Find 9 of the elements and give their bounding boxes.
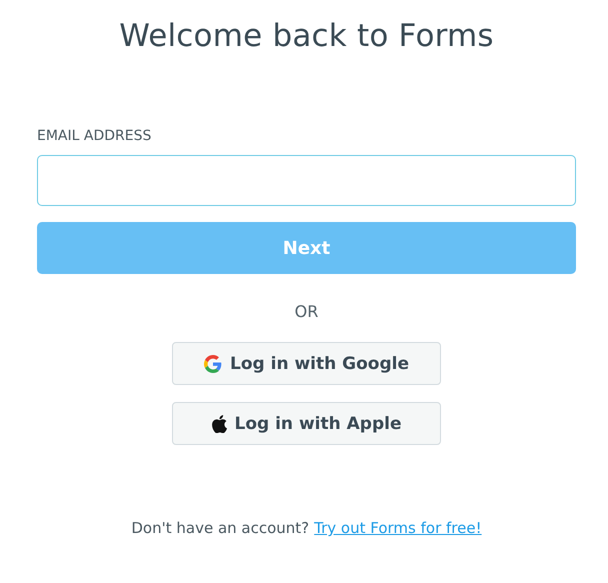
google-login-button[interactable]: Log in with Google [172, 342, 441, 385]
or-separator: OR [294, 302, 320, 323]
email-label: EMAIL ADDRESS [37, 128, 152, 146]
signup-prompt: Don't have an account? [131, 519, 310, 537]
google-icon [204, 354, 222, 372]
apple-login-button[interactable]: Log in with Apple [172, 402, 441, 445]
apple-icon [212, 414, 226, 432]
email-input[interactable] [37, 155, 576, 206]
page-title: Welcome back to Forms [118, 17, 495, 56]
